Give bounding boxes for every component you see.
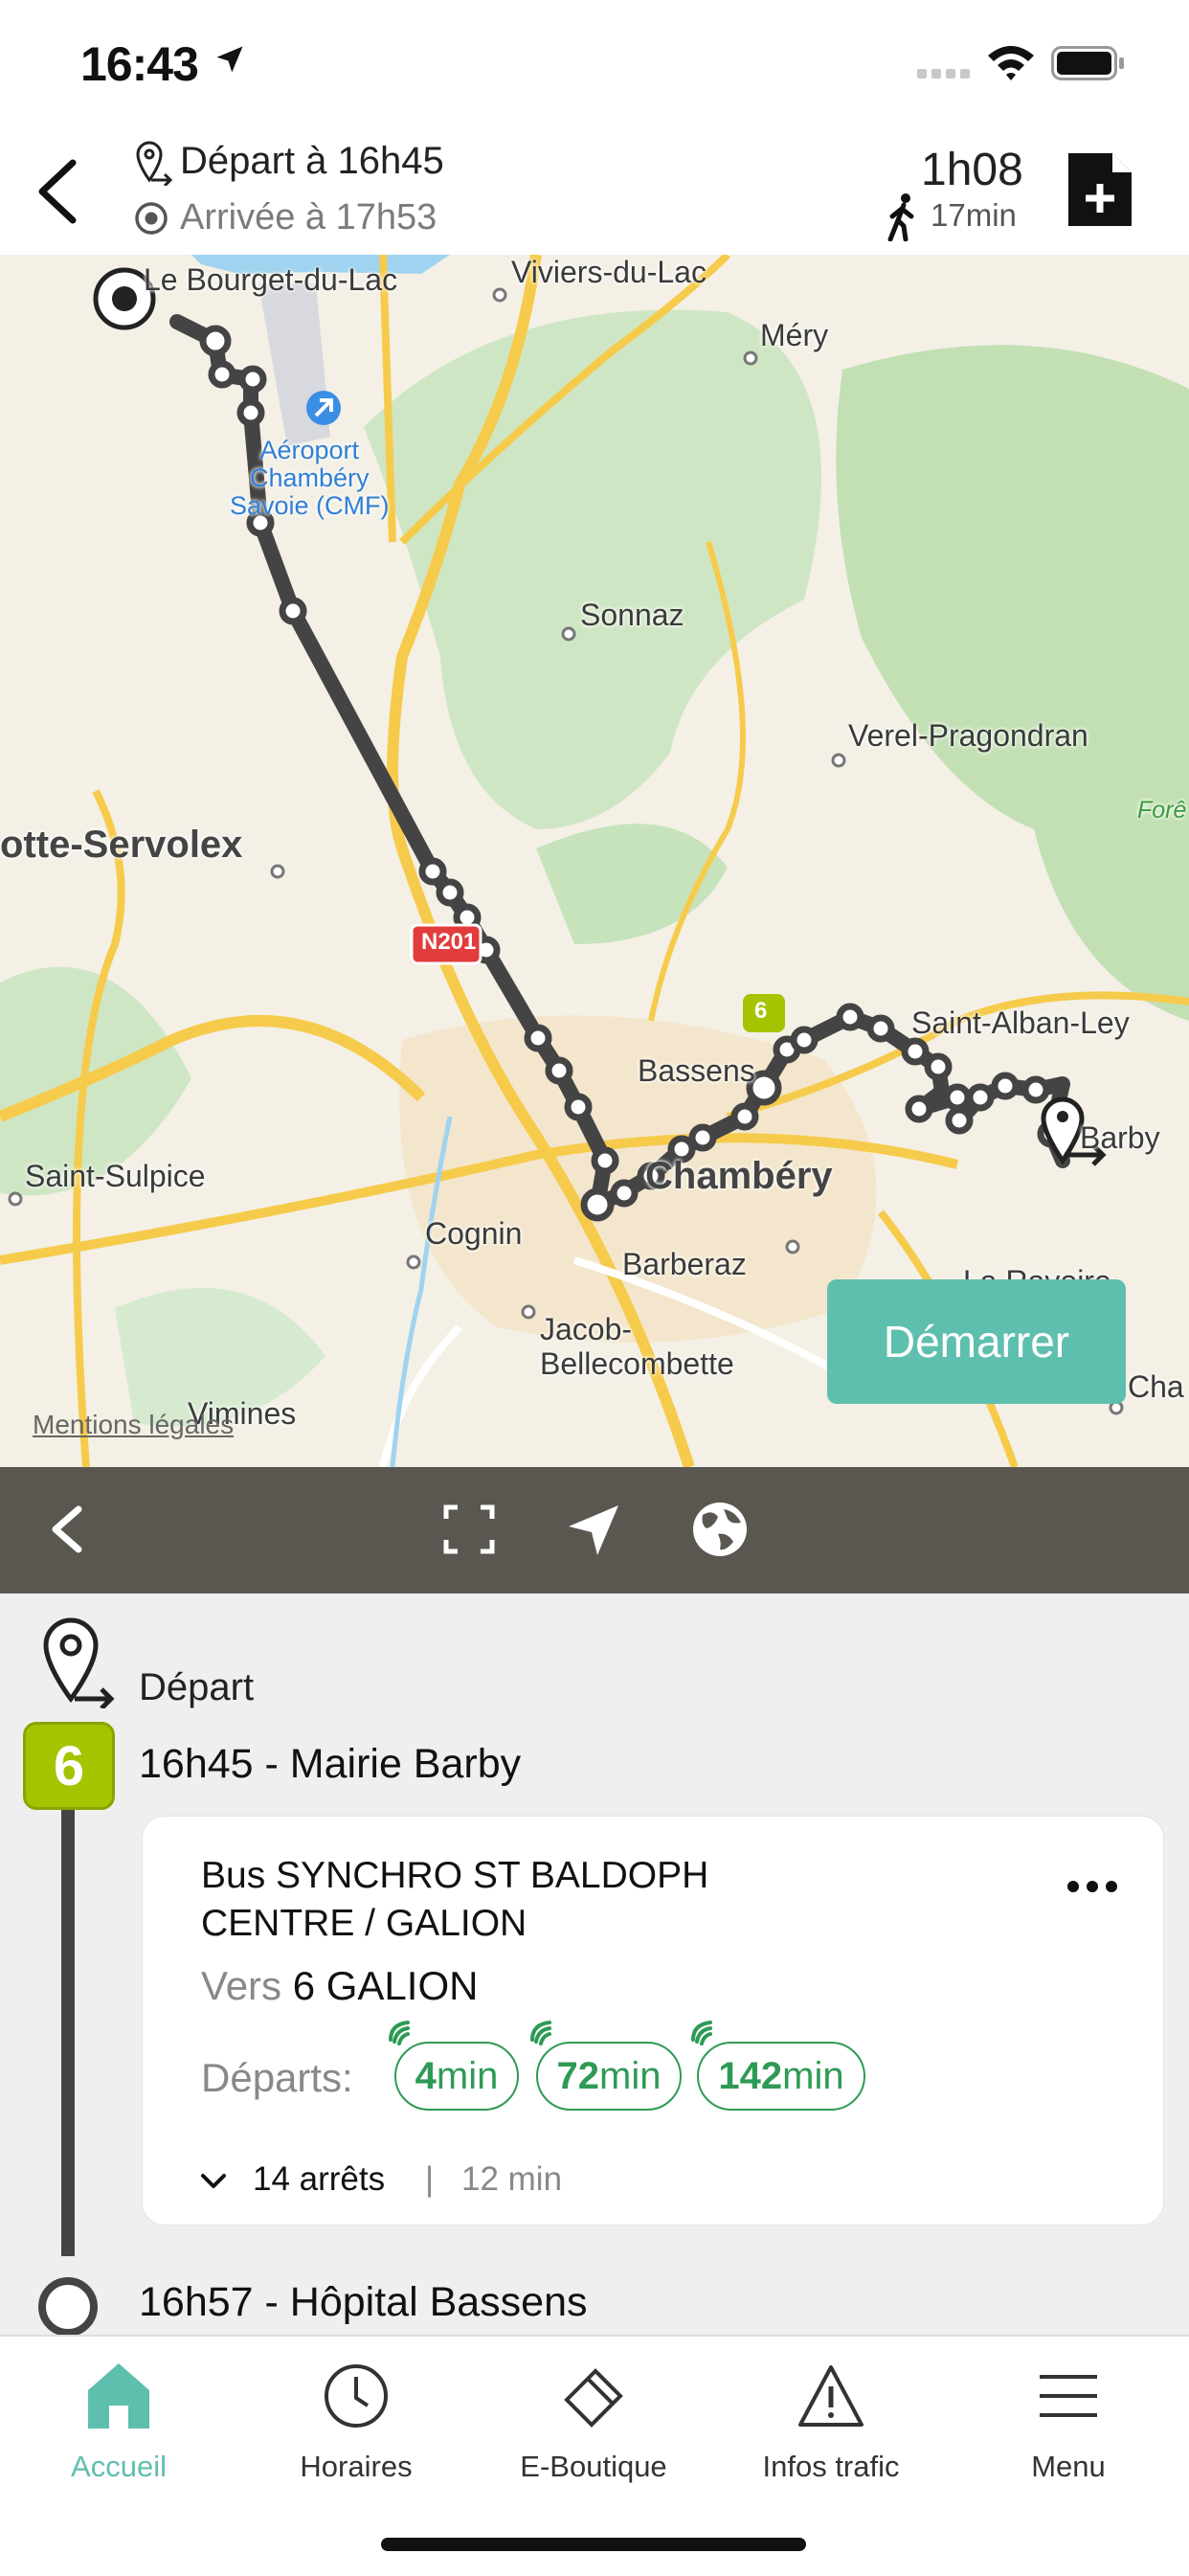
realtime-signal-icon (691, 2021, 712, 2045)
map-label-barberaz: Barberaz (622, 1247, 747, 1281)
tab-label: E-Boutique (520, 2450, 667, 2483)
road-sign-n201: N201 (421, 929, 477, 955)
map-label-cha: Cha (1128, 1369, 1184, 1404)
tab-label: Accueil (71, 2450, 167, 2483)
map-label-barby: Barby (1080, 1120, 1160, 1155)
tab-label: Horaires (300, 2450, 413, 2483)
departure-value: 72 (556, 2054, 600, 2097)
trip-duration: 1h08 (921, 145, 1023, 195)
fullscreen-button[interactable] (440, 1496, 498, 1563)
more-options-button[interactable] (1066, 1879, 1118, 1894)
globe-view-button[interactable] (689, 1496, 752, 1563)
realtime-signal-icon (389, 2021, 410, 2045)
map-label-cognin: Cognin (425, 1216, 523, 1251)
departure-unit: min (599, 2054, 662, 2097)
tab-accueil[interactable]: Accueil (4, 2348, 234, 2483)
first-stop: 16h45 - Mairie Barby (139, 1741, 522, 1787)
start-navigation-button[interactable]: Démarrer (827, 1279, 1126, 1404)
map-label-mery: Méry (760, 318, 829, 352)
arrival-time: Arrivée à 17h53 (180, 197, 437, 237)
departure-label: Départ (139, 1666, 255, 1708)
direction-prefix: Vers (201, 1963, 282, 2008)
tab-label: Infos trafic (762, 2450, 900, 2483)
departures-label: Départs: (201, 2055, 353, 2100)
map-label-viviers: Viviers-du-Lac (511, 255, 707, 289)
bus-stop-badge: 6 (754, 998, 768, 1024)
menu-icon (1040, 2375, 1097, 2417)
direction-text: Vers 6 GALION (201, 1963, 478, 2009)
bus-line-name: Bus SYNCHRO ST BALDOPH CENTRE / GALION (201, 1855, 709, 1944)
clock-icon (325, 2364, 388, 2428)
departure-time: Départ à 16h45 (180, 140, 444, 182)
map-label-verel: Verel-Pragondran (848, 718, 1088, 753)
arrival-target-icon (135, 202, 168, 235)
home-indicator[interactable] (381, 2538, 806, 2551)
map-label-foret: Forê (1137, 797, 1187, 824)
map-label-bassens: Bassens (638, 1053, 755, 1088)
departure-pin-icon (136, 141, 173, 186)
map-label-saint-sulpice: Saint-Sulpice (25, 1159, 206, 1193)
status-time: 16:43 (80, 37, 199, 91)
location-arrow-icon (216, 46, 243, 73)
map-label-airport: Aéroport Chambéry Savoie (CMF) (230, 436, 390, 520)
stops-separator: | (425, 2160, 435, 2198)
tab-infos-trafic[interactable]: Infos trafic (716, 2348, 946, 2483)
direction-destination: 6 GALION (292, 1963, 479, 2008)
tab-menu[interactable]: Menu (953, 2348, 1183, 2483)
locate-me-button[interactable] (565, 1496, 624, 1563)
ticket-icon (564, 2368, 623, 2428)
collapse-map-button[interactable] (42, 1496, 88, 1563)
chevron-down-icon[interactable] (199, 2166, 228, 2195)
legal-notice-link[interactable]: Mentions légales (33, 1410, 234, 1440)
departure-unit: min (782, 2054, 844, 2097)
walking-person-icon (887, 193, 914, 241)
add-document-button[interactable] (1068, 153, 1132, 226)
map-label-chambery: Chambéry (645, 1155, 833, 1197)
map-label-bourget: Le Bourget-du-Lac (144, 262, 398, 297)
realtime-signal-icon (530, 2021, 551, 2045)
battery-icon (1051, 46, 1124, 80)
stop-marker (38, 2277, 98, 2337)
map-label-saint-alban: Saint-Alban-Ley (911, 1006, 1130, 1040)
stops-duration: 12 min (461, 2160, 563, 2198)
walking-time: 17min (931, 197, 1017, 233)
bus-line-badge: 6 (23, 1722, 115, 1810)
map-label-sonnaz: Sonnaz (580, 598, 684, 632)
map-label-jacob: Jacob- Bellecombette (540, 1312, 734, 1381)
back-button[interactable] (29, 153, 86, 230)
departure-value: 4 (415, 2054, 437, 2097)
tab-e-boutique[interactable]: E-Boutique (479, 2348, 708, 2483)
departure-unit: min (436, 2054, 499, 2097)
tab-label: Menu (1031, 2450, 1106, 2483)
departure-pin-icon (43, 1617, 115, 1708)
tab-horaires[interactable]: Horaires (241, 2348, 471, 2483)
departure-pill-3[interactable]: 142 min (697, 2042, 865, 2111)
cellular-signal-icon (917, 69, 970, 79)
wifi-icon (988, 46, 1034, 80)
map-label-motte: otte-Servolex (0, 824, 243, 866)
departure-pill-2[interactable]: 72 min (536, 2042, 682, 2111)
departure-pill-1[interactable]: 4 min (394, 2042, 519, 2111)
second-stop: 16h57 - Hôpital Bassens (139, 2279, 588, 2325)
route-timeline-line (61, 1772, 75, 2256)
departure-value: 142 (718, 2054, 783, 2097)
warning-icon (798, 2365, 864, 2427)
stops-count[interactable]: 14 arrêts (253, 2160, 385, 2199)
home-icon (88, 2363, 149, 2429)
